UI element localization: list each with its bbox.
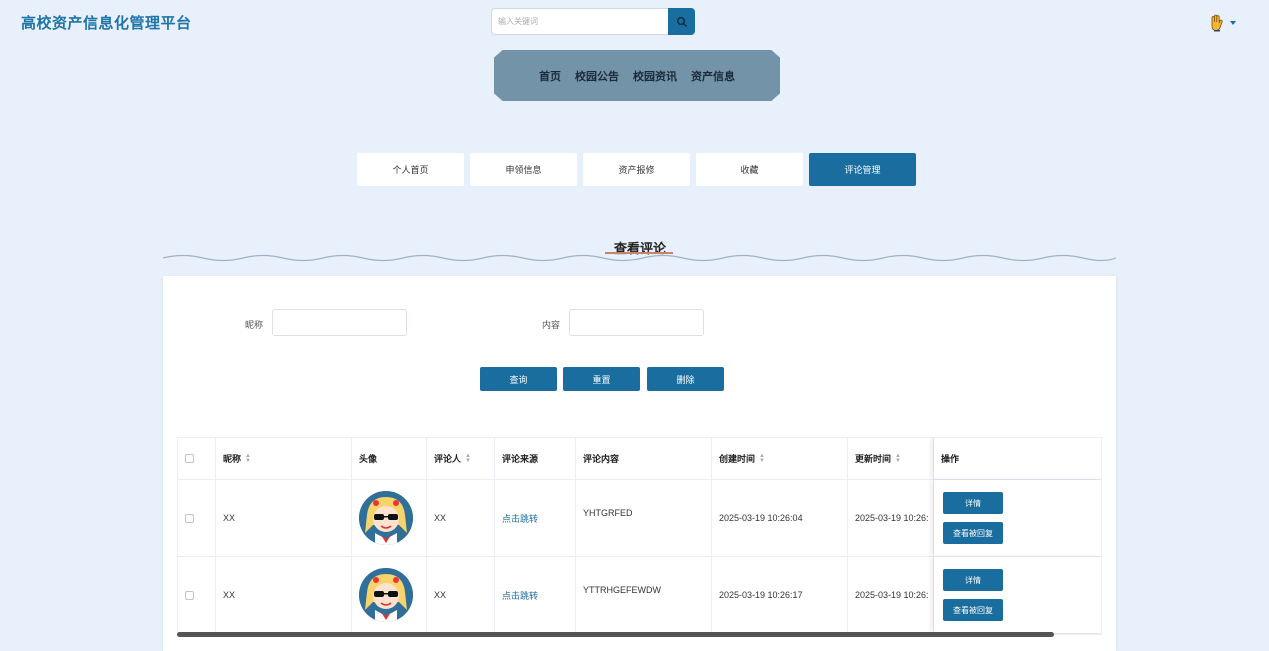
source-link[interactable]: 点击跳转 (502, 512, 538, 525)
view-reply-button[interactable]: 查看被回复 (943, 599, 1003, 621)
col-avatar: 头像 (352, 438, 427, 479)
col-source: 评论来源 (495, 438, 576, 479)
source-link[interactable]: 点击跳转 (502, 589, 538, 602)
comment-panel: 昵称 内容 查询 重置 删除 昵称 ▲ ▼ 头像 评论人 ▲ ▼ 评论来源 评论内容 创… (163, 276, 1116, 651)
horizontal-scrollbar[interactable] (177, 632, 1054, 637)
search-button[interactable] (668, 8, 695, 35)
site-title: 高校资产信息化管理平台 (21, 15, 192, 32)
table-row: XX (178, 480, 1101, 557)
select-all-checkbox[interactable] (185, 454, 194, 463)
query-button[interactable]: 查询 (480, 367, 557, 391)
table-row: XX (178, 557, 1101, 634)
cell-nickname: XX (216, 557, 352, 633)
cell-created: 2025-03-19 10:26:17 (712, 557, 848, 633)
cell-content: YTTRHGEFEWDW (576, 557, 712, 633)
title-underline (605, 252, 673, 254)
col-ops: 操作 (934, 438, 1101, 479)
user-menu[interactable] (1209, 14, 1236, 32)
content-input[interactable] (569, 309, 704, 336)
user-center-tabs: 个人首页 申领信息 资产报修 收藏 评论管理 (357, 153, 916, 186)
row-checkbox[interactable] (185, 513, 194, 523)
view-reply-button[interactable]: 查看被回复 (943, 522, 1003, 544)
tab-repairs[interactable]: 资产报修 (583, 153, 690, 186)
sort-icon[interactable]: ▲ ▼ (759, 453, 765, 464)
comment-table: 昵称 ▲ ▼ 头像 评论人 ▲ ▼ 评论来源 评论内容 创建时间 ▲ ▼ 更新时间 ▲ ▼ 操作… (177, 437, 1102, 635)
sort-icon[interactable]: ▲ ▼ (465, 453, 471, 464)
nav-item-assets[interactable]: 资产信息 (691, 68, 735, 84)
nickname-input[interactable] (272, 309, 407, 336)
cell-commenter: XX (427, 557, 495, 633)
cell-created: 2025-03-19 10:26:04 (712, 480, 848, 556)
sort-icon[interactable]: ▲ ▼ (245, 453, 251, 464)
col-content: 评论内容 (576, 438, 712, 479)
search-bar (491, 8, 695, 35)
cell-commenter: XX (427, 480, 495, 556)
cell-nickname: XX (216, 480, 352, 556)
search-icon (676, 16, 687, 27)
tab-favorites[interactable]: 收藏 (696, 153, 803, 186)
detail-button[interactable]: 详情 (943, 492, 1003, 514)
nav-item-announcements[interactable]: 校园公告 (575, 68, 619, 84)
nickname-label: 昵称 (245, 320, 264, 330)
sort-icon[interactable]: ▲ ▼ (895, 453, 901, 464)
col-commenter[interactable]: 评论人 ▲ ▼ (427, 438, 495, 479)
hand-wave-icon (1211, 14, 1223, 32)
cell-content: YHTGRFED (576, 480, 712, 556)
col-nickname[interactable]: 昵称 ▲ ▼ (216, 438, 352, 479)
detail-button[interactable]: 详情 (943, 569, 1003, 591)
tab-comment-management[interactable]: 评论管理 (809, 153, 916, 186)
tab-applications[interactable]: 申领信息 (470, 153, 577, 186)
row-checkbox[interactable] (185, 590, 194, 600)
avatar (359, 491, 413, 545)
table-header: 昵称 ▲ ▼ 头像 评论人 ▲ ▼ 评论来源 评论内容 创建时间 ▲ ▼ 更新时间 ▲ ▼ 操作 (178, 438, 1101, 480)
avatar (359, 568, 413, 622)
cell-updated: 2025-03-19 10:26: (848, 557, 934, 633)
cell-updated: 2025-03-19 10:26: (848, 480, 934, 556)
tab-personal-home[interactable]: 个人首页 (357, 153, 464, 186)
caret-down-icon (1230, 21, 1236, 25)
col-created[interactable]: 创建时间 ▲ ▼ (712, 438, 848, 479)
reset-button[interactable]: 重置 (563, 367, 640, 391)
search-input[interactable] (491, 8, 669, 35)
col-updated[interactable]: 更新时间 ▲ ▼ (848, 438, 934, 479)
nav-item-news[interactable]: 校园资讯 (633, 68, 677, 84)
content-label: 内容 (542, 320, 561, 330)
main-nav: 首页 校园公告 校园资讯 资产信息 (494, 50, 780, 101)
delete-button[interactable]: 删除 (647, 367, 724, 391)
nav-item-home[interactable]: 首页 (539, 68, 561, 84)
